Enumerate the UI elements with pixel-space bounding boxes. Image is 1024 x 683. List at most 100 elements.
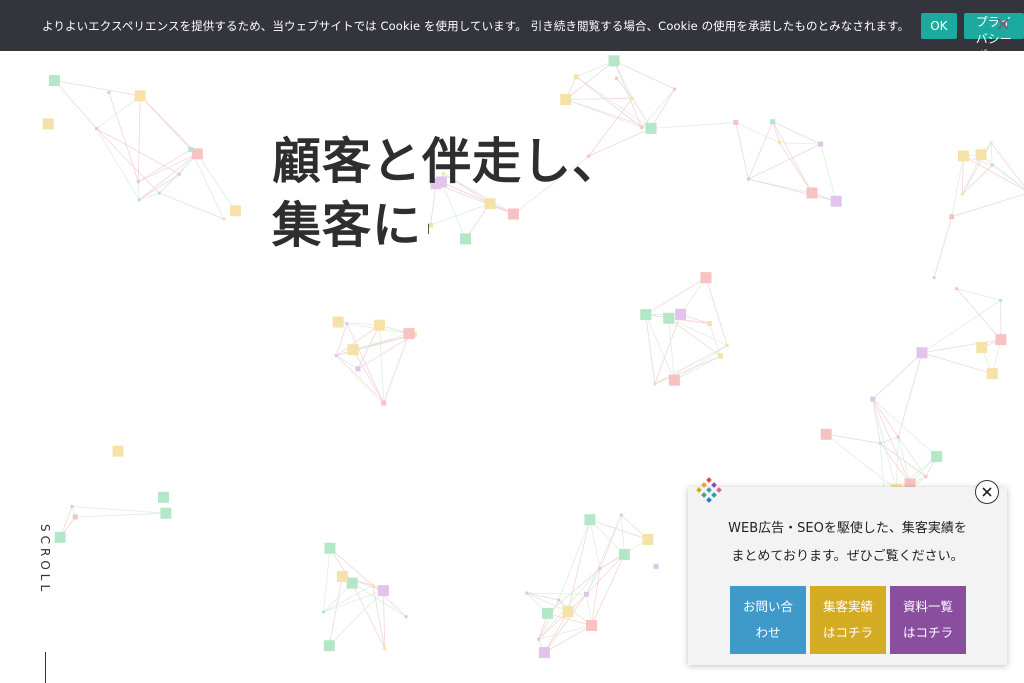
network-link <box>872 352 923 400</box>
network-node <box>332 316 344 328</box>
network-node <box>586 619 598 631</box>
network-node <box>955 287 959 291</box>
network-link <box>962 164 993 195</box>
network-link <box>576 76 642 128</box>
network-link <box>138 173 180 201</box>
cookie-ok-button[interactable]: OK <box>921 12 957 39</box>
network-node <box>560 93 572 105</box>
network-link <box>383 333 410 404</box>
network-node <box>924 475 928 479</box>
network-link <box>654 355 721 385</box>
network-link <box>990 142 993 166</box>
network-link <box>96 95 141 129</box>
network-link <box>196 153 236 211</box>
network-node <box>136 180 140 184</box>
contact-button[interactable]: お問い合 わせ <box>730 586 806 654</box>
network-node <box>72 514 78 520</box>
network-node <box>870 396 876 402</box>
documents-button[interactable]: 資料一覧 はコチラ <box>890 586 966 654</box>
network-link <box>544 594 587 653</box>
hero-line-1: 顧客と伴走し、 <box>272 133 623 190</box>
network-node <box>668 374 680 386</box>
popup-message-line-1: WEB広告・SEOを駆使した、集客実績を <box>728 521 967 536</box>
network-node <box>383 647 387 651</box>
network-node <box>336 570 348 582</box>
case-studies-button[interactable]: 集客実績 はコチラ <box>810 586 886 654</box>
network-link <box>96 128 180 175</box>
network-node <box>614 76 618 80</box>
network-link <box>654 314 681 385</box>
network-node <box>346 577 358 589</box>
network-link <box>589 519 601 569</box>
network-link <box>586 554 625 595</box>
network-link <box>897 352 923 438</box>
network-node <box>562 606 574 618</box>
network-link <box>620 514 625 555</box>
network-node <box>878 441 882 445</box>
network-node <box>573 74 579 80</box>
documents-button-line-2: はコチラ <box>902 625 953 640</box>
network-node <box>538 647 550 659</box>
network-node <box>54 531 66 543</box>
network-link <box>735 122 749 180</box>
diamond-logo-icon <box>696 477 722 509</box>
network-node <box>645 122 657 134</box>
network-link <box>323 584 373 613</box>
network-node <box>995 334 1007 346</box>
network-link <box>748 143 821 180</box>
network-link <box>139 192 160 201</box>
network-node <box>137 198 141 202</box>
network-node <box>777 141 781 145</box>
network-link <box>567 519 591 612</box>
privacy-policy-button[interactable]: プライバシーポリシー <box>963 12 1024 80</box>
network-node <box>222 217 226 221</box>
popup-message-line-2: まとめております。ぜひご覧ください。 <box>731 549 964 564</box>
network-link <box>895 436 899 490</box>
network-node <box>557 598 561 602</box>
network-link <box>565 97 633 100</box>
network-link <box>872 398 881 444</box>
network-node <box>381 400 387 406</box>
network-node <box>404 615 408 619</box>
network-link <box>538 625 592 640</box>
network-node <box>403 328 415 340</box>
popup-buttons: お問い合 わせ 集客実績 はコチラ 資料一覧 はコチラ <box>730 586 970 654</box>
close-circle-icon[interactable] <box>975 480 999 504</box>
network-link <box>772 121 821 145</box>
network-node <box>653 382 657 386</box>
network-link <box>96 128 160 194</box>
close-icon[interactable] <box>995 16 1011 32</box>
network-link <box>558 519 591 601</box>
network-link <box>108 92 139 182</box>
popup-message: WEB広告・SEOを駆使した、集客実績を まとめております。ぜひご覧ください。 <box>688 515 1007 571</box>
network-node <box>324 542 336 554</box>
network-node <box>640 126 644 130</box>
network-link <box>641 88 675 128</box>
network-node <box>583 591 589 597</box>
network-node <box>896 435 900 439</box>
network-link <box>668 318 675 381</box>
network-node <box>916 347 928 359</box>
network-link <box>72 506 166 514</box>
network-link <box>328 576 343 646</box>
network-node <box>48 75 60 87</box>
network-link <box>654 345 728 385</box>
network-node <box>584 514 596 526</box>
network-node <box>157 491 169 503</box>
network-node <box>653 563 659 569</box>
network-link <box>526 592 559 601</box>
network-node <box>725 343 729 347</box>
network-link <box>565 99 642 129</box>
network-node <box>999 298 1003 302</box>
network-link <box>526 592 587 595</box>
network-node <box>806 187 818 199</box>
network-node <box>537 637 541 641</box>
network-link <box>651 122 736 129</box>
network-link <box>379 325 385 404</box>
network-node <box>107 90 111 94</box>
network-link <box>75 512 166 518</box>
network-node <box>820 428 832 440</box>
network-link <box>159 192 224 220</box>
network-link <box>825 433 897 490</box>
network-link <box>779 142 821 145</box>
